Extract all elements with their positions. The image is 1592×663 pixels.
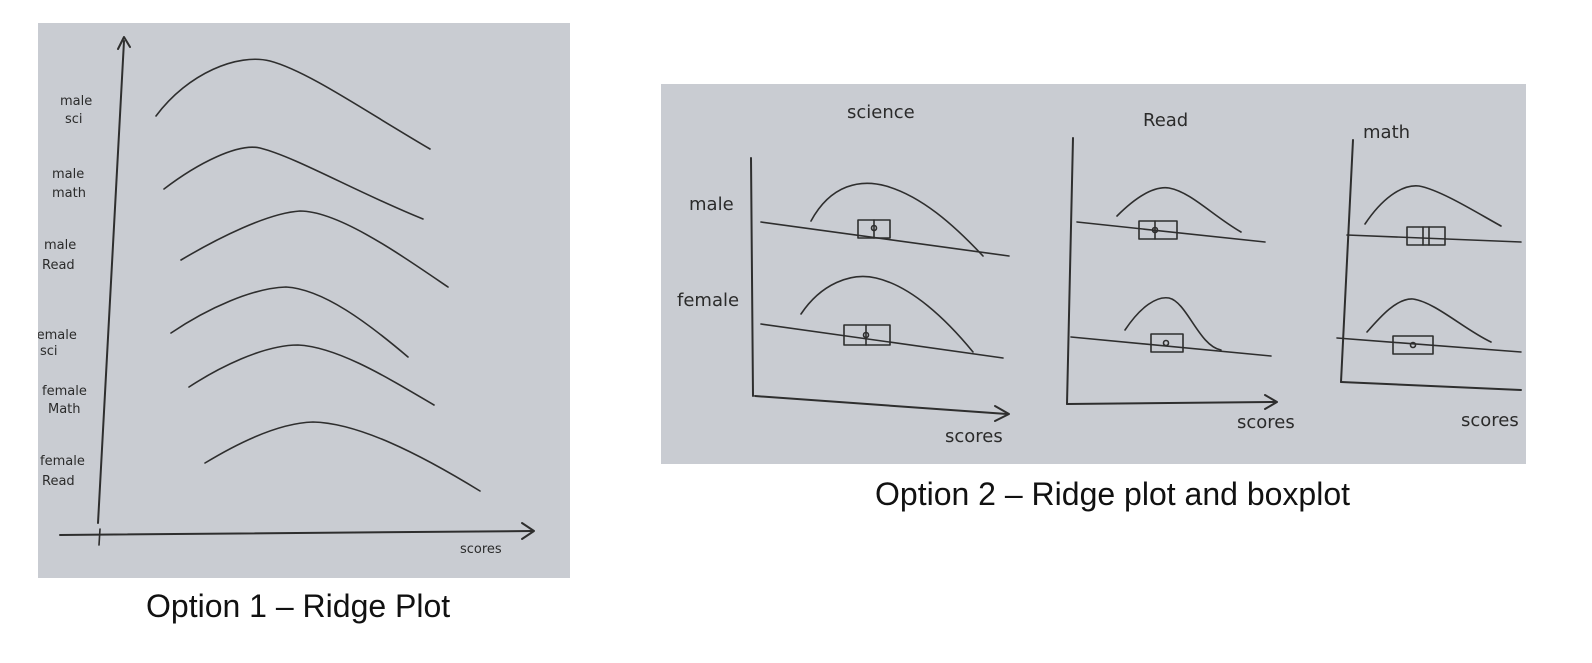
panel-science-y-axis	[750, 157, 754, 397]
panel-math-female-baseline	[1336, 337, 1522, 353]
row-label-male-math-2: math	[52, 186, 86, 201]
ridge-plot-sketch: male sci male math male Read female sci …	[38, 23, 570, 578]
row-label-female: female	[677, 290, 739, 311]
ridge-curve-female-sci	[170, 286, 409, 358]
panel-read-male-density	[1116, 187, 1242, 233]
panel-title-read: Read	[1143, 110, 1188, 131]
ridge-curve-female-read	[204, 421, 481, 492]
option-1-caption: Option 1 – Ridge Plot	[146, 588, 451, 624]
ridge-boxplot-sketch: science Read math male female scores sco…	[661, 84, 1526, 464]
panel-science-female-box	[843, 324, 891, 346]
ridge-curve-female-math	[188, 344, 435, 406]
row-label-female-sci-2: sci	[40, 344, 58, 359]
row-label-male-sci-1: male	[60, 94, 92, 109]
panel-read-female-box	[1150, 333, 1184, 353]
row-label-female-sci-1: female	[38, 328, 77, 343]
panel-read-x-axis	[1066, 401, 1276, 405]
panel-math: scores	[1336, 139, 1522, 431]
row-label-female-read-1: female	[40, 454, 85, 469]
panel-science-x-label: scores	[945, 426, 1003, 447]
row-label-male-math-1: male	[52, 167, 84, 182]
panel-math-y-axis	[1340, 139, 1354, 383]
row-label-male-sci-2: sci	[65, 112, 83, 127]
ridge-curve-male-sci	[155, 58, 431, 150]
row-label-male: male	[689, 194, 734, 215]
panel-science-female-density	[800, 275, 974, 353]
panel-math-x-label: scores	[1461, 410, 1519, 431]
x-axis	[59, 530, 533, 536]
panel-read-x-label: scores	[1237, 412, 1295, 433]
panel-science-x-axis	[754, 395, 1008, 415]
panel-math-female-mean	[1409, 341, 1417, 349]
row-label-male-read-1: male	[44, 238, 76, 253]
x-axis-label: scores	[460, 542, 502, 557]
ridge-boxplot-drawing: science Read math male female scores sco…	[677, 102, 1522, 447]
panel-read-female-density	[1124, 297, 1222, 351]
panel-read-y-axis	[1066, 137, 1074, 405]
panel-read: scores	[1066, 137, 1295, 433]
panel-title-science: science	[847, 102, 915, 123]
panel-math-male-box	[1406, 226, 1446, 246]
panel-math-x-axis	[1340, 381, 1522, 391]
y-axis	[97, 40, 125, 524]
panel-title-math: math	[1363, 122, 1410, 143]
ridge-curve-male-math	[163, 146, 424, 220]
panel-math-male-baseline	[1346, 234, 1522, 243]
ridge-curve-male-read	[180, 210, 449, 288]
row-label-male-read-2: Read	[42, 258, 75, 273]
panel-science-female-baseline	[760, 323, 1004, 359]
panel-science-male-baseline	[760, 221, 1010, 257]
ridge-plot-drawing: male sci male math male Read female sci …	[38, 36, 535, 557]
panel-read-female-mean	[1162, 339, 1170, 347]
panel-science: scores	[750, 157, 1010, 447]
row-label-female-math-1: female	[42, 384, 87, 399]
row-label-female-read-2: Read	[42, 474, 75, 489]
row-label-female-math-2: Math	[48, 402, 81, 417]
option-2-caption: Option 2 – Ridge plot and boxplot	[875, 476, 1350, 512]
panel-read-female-baseline	[1070, 336, 1272, 357]
panel-math-male-density	[1364, 185, 1502, 227]
axis-tick	[98, 528, 101, 546]
panel-science-male-density	[810, 182, 984, 257]
